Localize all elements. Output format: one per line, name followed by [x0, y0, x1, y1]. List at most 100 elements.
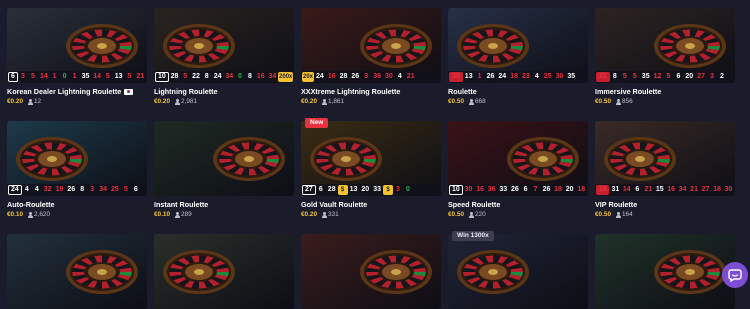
person-icon [468, 211, 474, 218]
person-icon [615, 98, 621, 105]
game-card[interactable]: Win 1300x [448, 231, 588, 309]
player-count: 668 [468, 97, 486, 106]
game-card[interactable]: 21 8 5 5 35 12 5 6 20 27 3 2 Immersive Roulette €0.50… [595, 8, 735, 106]
game-title[interactable]: VIP Roulette [595, 200, 735, 209]
player-count: 12 [27, 97, 41, 106]
result-number: 16 [256, 73, 265, 80]
game-thumbnail[interactable] [301, 234, 441, 309]
game-title[interactable]: Auto-Roulette [7, 200, 147, 209]
game-thumbnail[interactable]: 20x 24 16 28 26 3 36 30 4 21 [301, 8, 441, 83]
game-thumbnail[interactable]: 21 8 5 5 35 12 5 6 20 27 3 2 [595, 8, 735, 83]
game-title-text[interactable]: Korean Dealer Lightning Roulette [7, 87, 121, 96]
game-title-text[interactable]: Immersive Roulette [595, 87, 661, 96]
game-title[interactable]: Immersive Roulette [595, 87, 735, 96]
game-meta: €0.50 220 [448, 210, 588, 219]
game-card[interactable]: 6 3 5 14 1 0 1 35 14 5 13 5 21 Korean Dealer Lightnin… [7, 8, 147, 106]
game-thumbnail[interactable]: 10 30 16 36 33 26 6 7 26 18 20 18 [448, 121, 588, 196]
result-number: 35 [567, 73, 576, 80]
game-card[interactable] [301, 234, 441, 309]
game-card[interactable]: 16 31 14 6 21 15 16 34 21 27 18 30 VIP Roulette €0.50… [595, 121, 735, 219]
recent-results: 24 4 4 32 19 26 8 3 34 25 5 6 [7, 184, 147, 196]
game-card[interactable] [595, 234, 735, 309]
result-number: 27 [697, 73, 705, 80]
game-title-text[interactable]: Gold Vault Roulette [301, 200, 367, 209]
result-number: 30 [724, 186, 733, 193]
game-title-text[interactable]: Roulette [448, 87, 477, 96]
result-number: 15 [655, 186, 664, 193]
game-thumbnail[interactable]: 30 13 1 26 24 18 23 4 25 30 35 [448, 8, 588, 83]
game-title-text[interactable]: Speed Roulette [448, 200, 500, 209]
player-count: 164 [615, 210, 633, 219]
result-number: 3 [396, 186, 400, 193]
game-title[interactable]: XXXtreme Lightning Roulette [301, 87, 441, 96]
chat-button[interactable] [722, 262, 748, 288]
game-title-text[interactable]: Lightning Roulette [154, 87, 217, 96]
game-thumbnail[interactable]: 27 6 28 $13 20 33 $3 0 [301, 121, 441, 196]
game-title[interactable]: Gold Vault Roulette [301, 200, 441, 209]
game-thumbnail[interactable]: 24 4 4 32 19 26 8 3 34 25 5 6 [7, 121, 147, 196]
game-card[interactable]: 30 13 1 26 24 18 23 4 25 30 35 Roulette €0.50 668 [448, 8, 588, 106]
player-count-value: 668 [475, 98, 486, 105]
result-number: 10 [155, 72, 169, 82]
result-number: 12 [653, 73, 662, 80]
result-number: 35 [641, 73, 650, 80]
result-number: 28 [327, 186, 336, 193]
game-thumbnail[interactable] [154, 121, 294, 196]
game-thumbnail[interactable] [448, 234, 588, 309]
multiplier-result: $ [382, 185, 393, 195]
game-meta: €0.20 2,981 [154, 97, 294, 106]
game-title-text[interactable]: Auto-Roulette [7, 200, 55, 209]
game-title[interactable]: Korean Dealer Lightning Roulette [7, 87, 147, 96]
game-thumbnail[interactable]: 16 31 14 6 21 15 16 34 21 27 18 30 [595, 121, 735, 196]
min-bet: €0.20 [301, 211, 317, 218]
result-number: 6 [8, 72, 18, 82]
game-card[interactable] [7, 234, 147, 309]
game-thumbnail[interactable] [595, 234, 735, 309]
game-card[interactable]: 27 6 28 $13 20 33 $3 0 New Gold Vault Roulette €0.… [301, 118, 441, 219]
result-number: 5 [183, 73, 188, 80]
result-number: 1 [52, 73, 57, 80]
result-number: 16 [476, 186, 484, 193]
game-card[interactable]: 10 30 16 36 33 26 6 7 26 18 20 18 Speed Roulette €0.5… [448, 121, 588, 219]
game-thumbnail[interactable]: 10 28 5 22 8 24 34 0 8 16 34 200x [154, 8, 294, 83]
result-number: 36 [373, 73, 381, 80]
result-number: 35 [81, 73, 90, 80]
result-number: 1 [477, 73, 482, 80]
result-number: 27 [701, 186, 710, 193]
multiplier-result: $ [337, 185, 348, 195]
game-thumbnail[interactable] [7, 234, 147, 309]
game-title-text[interactable]: Instant Roulette [154, 200, 208, 209]
result-number: 26 [351, 73, 360, 80]
min-bet: €0.10 [154, 211, 170, 218]
result-number: 20 [361, 186, 370, 193]
person-icon [321, 98, 327, 105]
game-thumbnail[interactable]: 6 3 5 14 1 0 1 35 14 5 13 5 21 [7, 8, 147, 83]
result-number: 4 [34, 186, 39, 193]
result-number: 34 [225, 73, 234, 80]
game-thumbnail[interactable] [154, 234, 294, 309]
result-number: 13 [464, 73, 473, 80]
result-number: 5 [632, 73, 637, 80]
game-card[interactable]: 20x 24 16 28 26 3 36 30 4 21 XXXtreme Lightning Ro… [301, 8, 441, 106]
game-card[interactable]: 24 4 4 32 19 26 8 3 34 25 5 6 Auto-Roulette €0.10 2,62… [7, 121, 147, 219]
result-number: 26 [67, 186, 76, 193]
result-number: 18 [554, 186, 562, 193]
player-count: 2,620 [27, 210, 50, 219]
recent-results: 21 8 5 5 35 12 5 6 20 27 3 2 [595, 71, 735, 83]
person-icon [468, 98, 474, 105]
game-card[interactable]: Instant Roulette €0.10 289 [154, 121, 294, 219]
game-title[interactable]: Roulette [448, 87, 588, 96]
game-title-text[interactable]: XXXtreme Lightning Roulette [301, 87, 400, 96]
result-number: 18 [577, 186, 586, 193]
game-card[interactable]: 10 28 5 22 8 24 34 0 8 16 34 200x Lightning Roulette… [154, 8, 294, 106]
recent-results: 30 13 1 26 24 18 23 4 25 30 35 [448, 71, 588, 83]
player-count: 2,981 [174, 97, 197, 106]
game-title[interactable]: Instant Roulette [154, 200, 294, 209]
game-title-text[interactable]: VIP Roulette [595, 200, 637, 209]
game-title[interactable]: Speed Roulette [448, 200, 588, 209]
min-bet: €0.20 [301, 98, 317, 105]
game-title[interactable]: Lightning Roulette [154, 87, 294, 96]
game-card[interactable] [154, 234, 294, 309]
player-count-value: 856 [622, 98, 633, 105]
result-number: 28 [170, 73, 179, 80]
